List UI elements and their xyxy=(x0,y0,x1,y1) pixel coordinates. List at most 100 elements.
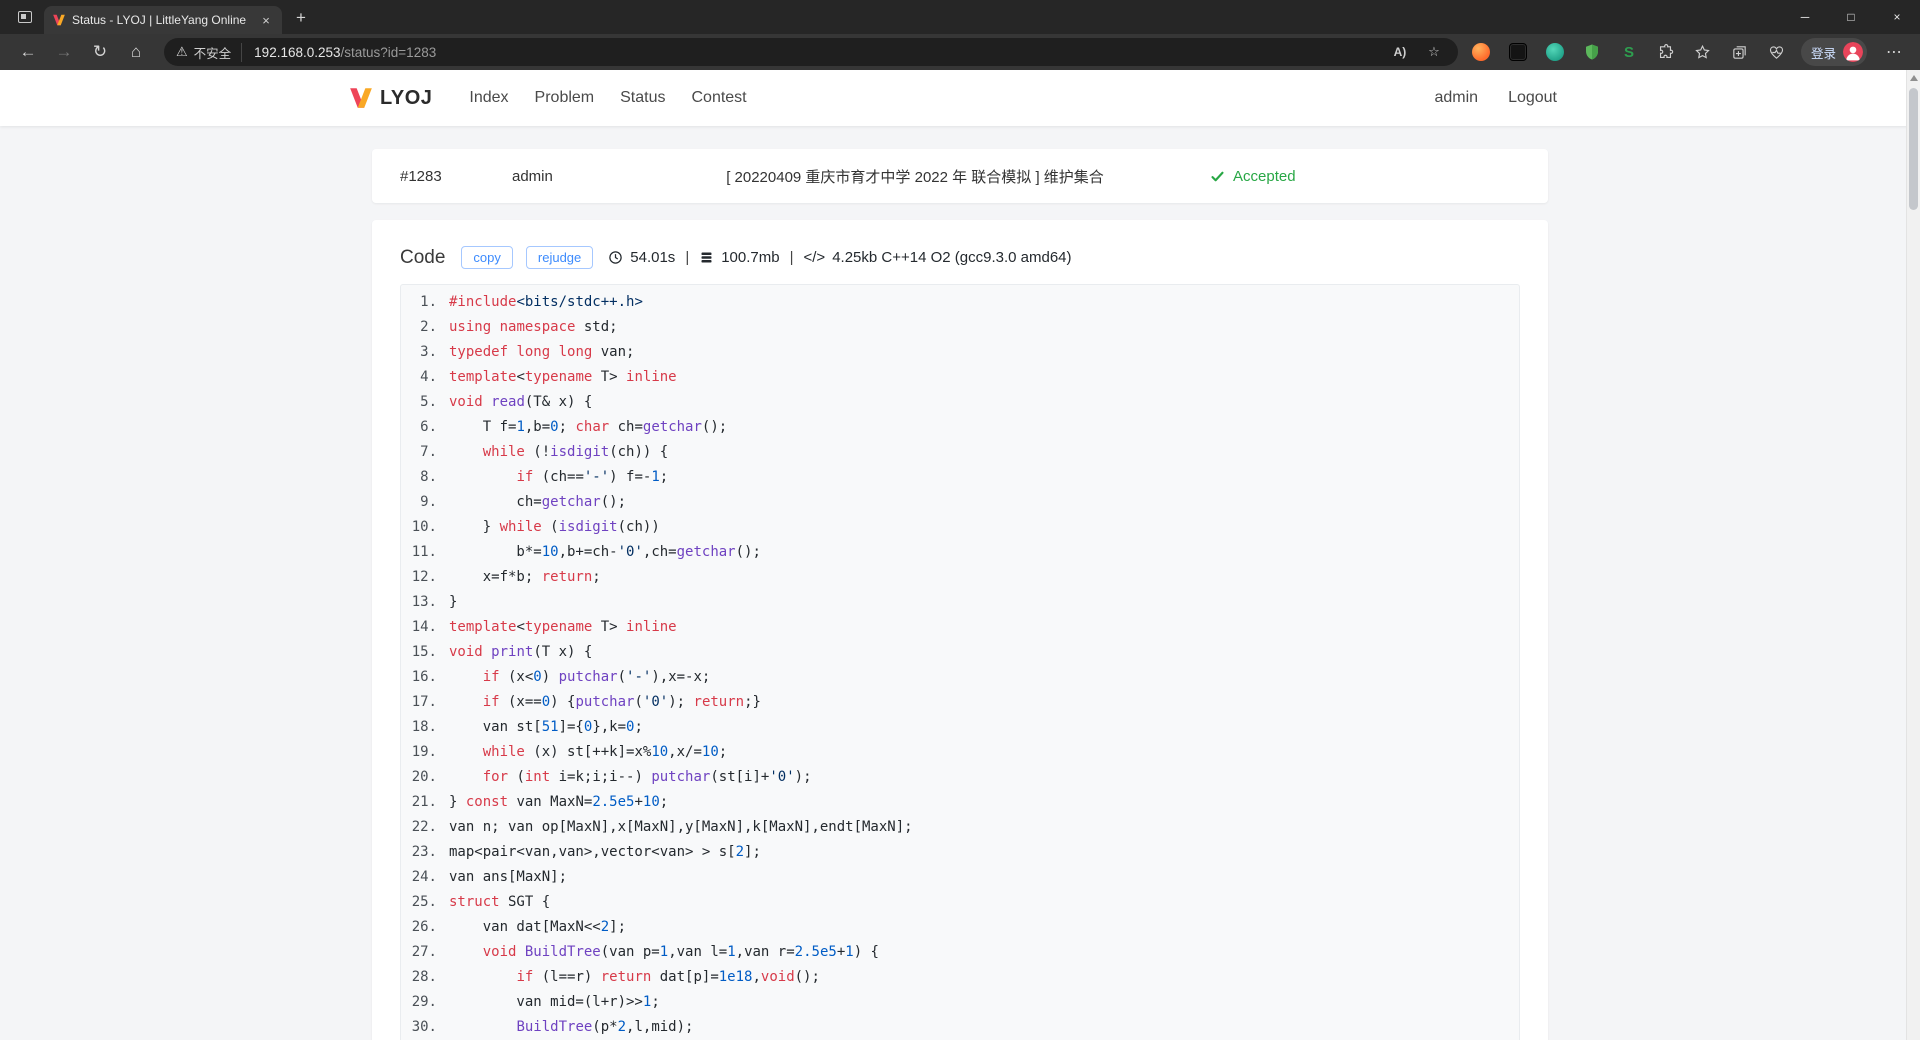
code-line: 2. using namespace std; xyxy=(405,315,1519,340)
code-text: while (x) st[++k]=x%10,x/=10; xyxy=(482,744,728,760)
code-block: 1. #include<bits/stdc++.h> 2. using namespa… xyxy=(400,284,1520,1040)
extension-orange-button[interactable] xyxy=(1468,39,1494,65)
line-number: 28. xyxy=(411,969,437,985)
code-lines: 1. #include<bits/stdc++.h> 2. using namespa… xyxy=(405,290,1519,1040)
code-line: 21. } const van MaxN=2.5e5+10; xyxy=(405,790,1519,815)
line-number: 29. xyxy=(411,994,437,1010)
main-content: #1283 admin [ 20220409 重庆市育才中学 2022 年 联合… xyxy=(372,149,1548,1040)
maximize-button[interactable]: □ xyxy=(1828,0,1874,34)
tab-actions-button[interactable] xyxy=(10,3,40,31)
line-number: 21. xyxy=(411,794,437,810)
code-line: 7. while (!isdigit(ch)) { xyxy=(405,440,1519,465)
tab-close-button[interactable]: × xyxy=(258,12,274,28)
favorites-bar-button[interactable] xyxy=(1690,39,1716,65)
url-path: /status?id=1283 xyxy=(340,44,437,60)
page-scrollbar[interactable] xyxy=(1906,70,1920,1040)
code-text: struct SGT { xyxy=(449,894,551,910)
tab-actions-icon xyxy=(18,11,32,23)
code-text: b*=10,b+=ch-'0',ch=getchar(); xyxy=(449,544,761,560)
toolbar-right: S 登录 ⋯ xyxy=(1468,37,1910,67)
code-text: van ans[MaxN]; xyxy=(449,869,568,885)
code-line: 29. van mid=(l+r)>>1; xyxy=(405,990,1519,1015)
memory-icon xyxy=(699,250,714,265)
address-bar[interactable]: ⚠ 不安全 192.168.0.253/status?id=1283 A) ☆ xyxy=(164,38,1458,66)
line-number: 17. xyxy=(411,694,437,710)
line-number: 23. xyxy=(411,844,437,860)
code-text: template<typename T> inline xyxy=(449,619,677,635)
back-button[interactable]: ← xyxy=(10,37,46,67)
browser-chrome: Status - LYOJ | LittleYang Online × + ─ … xyxy=(0,0,1920,70)
code-line: 28. if (l==r) return dat[p]=1e18,void(); xyxy=(405,965,1519,990)
code-text: } const van MaxN=2.5e5+10; xyxy=(449,794,669,810)
extension-teal-button[interactable] xyxy=(1542,39,1568,65)
logo-text: LYOJ xyxy=(380,86,433,109)
address-bar-actions: A) ☆ xyxy=(1388,40,1446,64)
extension-shield-button[interactable] xyxy=(1579,39,1605,65)
code-line: 3. typedef long long van; xyxy=(405,340,1519,365)
browser-essentials-button[interactable] xyxy=(1764,39,1790,65)
collections-button[interactable] xyxy=(1727,39,1753,65)
rejudge-button[interactable]: rejudge xyxy=(525,246,594,269)
refresh-button[interactable]: ↻ xyxy=(82,37,118,67)
nav-item-admin[interactable]: admin xyxy=(1419,83,1493,113)
extension-dark-button[interactable] xyxy=(1505,39,1531,65)
read-aloud-button[interactable]: A) xyxy=(1388,40,1412,64)
code-tag-icon: </> xyxy=(803,249,826,266)
minimize-button[interactable]: ─ xyxy=(1782,0,1828,34)
site-logo[interactable]: LYOJ xyxy=(348,85,432,111)
shield-icon xyxy=(1583,43,1601,61)
scrollbar-up-arrow[interactable] xyxy=(1909,75,1918,81)
nav-item-contest[interactable]: Contest xyxy=(678,83,759,113)
settings-more-button[interactable]: ⋯ xyxy=(1878,37,1910,67)
nav-item-index[interactable]: Index xyxy=(456,83,521,113)
code-text: void read(T& x) { xyxy=(449,394,593,410)
code-line: 5. void read(T& x) { xyxy=(405,390,1519,415)
signin-label: 登录 xyxy=(1810,46,1836,61)
profile-signin-button[interactable]: 登录 xyxy=(1800,38,1867,66)
time-value: 54.01s xyxy=(630,249,676,266)
line-number: 8. xyxy=(420,469,437,485)
copy-button[interactable]: copy xyxy=(461,246,513,269)
extension-s-button[interactable]: S xyxy=(1616,39,1642,65)
new-tab-button[interactable]: + xyxy=(288,5,314,31)
submission-row[interactable]: #1283 admin [ 20220409 重庆市育才中学 2022 年 联合… xyxy=(372,149,1548,203)
code-text: ch=getchar(); xyxy=(449,494,627,510)
browser-tab[interactable]: Status - LYOJ | LittleYang Online × xyxy=(44,6,282,34)
code-text: template<typename T> inline xyxy=(449,369,677,385)
code-line: 11. b*=10,b+=ch-'0',ch=getchar(); xyxy=(405,540,1519,565)
logo-icon xyxy=(348,85,374,111)
close-button[interactable]: × xyxy=(1874,0,1920,34)
submission-user: admin xyxy=(512,167,553,185)
line-number: 4. xyxy=(420,369,437,385)
code-text: } while (isdigit(ch)) xyxy=(449,519,660,535)
code-line: 30. BuildTree(p*2,l,mid); xyxy=(405,1015,1519,1040)
code-line: 4. template<typename T> inline xyxy=(405,365,1519,390)
code-header: Code copy rejudge 54.01s | 100.7mb | </>… xyxy=(400,246,1520,269)
site-security-chip[interactable]: ⚠ 不安全 xyxy=(176,42,243,62)
check-icon xyxy=(1210,169,1225,184)
submission-meta: 54.01s | 100.7mb | </> 4.25kb C++14 O2 (… xyxy=(608,249,1072,266)
line-number: 7. xyxy=(420,444,437,460)
header-inner: LYOJ Index Problem Status Contest admin … xyxy=(348,70,1572,126)
home-button[interactable]: ⌂ xyxy=(118,37,154,67)
forward-button[interactable]: → xyxy=(46,37,82,67)
code-text: T f=1,b=0; char ch=getchar(); xyxy=(449,419,728,435)
line-number: 15. xyxy=(411,644,437,660)
verdict-label: Accepted xyxy=(1233,167,1296,185)
extensions-menu-button[interactable] xyxy=(1653,39,1679,65)
nav-item-problem[interactable]: Problem xyxy=(522,83,608,113)
favorite-button[interactable]: ☆ xyxy=(1422,40,1446,64)
avatar xyxy=(1843,42,1863,62)
line-number: 22. xyxy=(411,819,437,835)
line-number: 16. xyxy=(411,669,437,685)
line-number: 1. xyxy=(420,294,437,310)
nav-item-status[interactable]: Status xyxy=(607,83,678,113)
code-text: van st[51]={0},k=0; xyxy=(449,719,643,735)
scrollbar-thumb[interactable] xyxy=(1909,88,1918,210)
not-secure-label: 不安全 xyxy=(193,46,232,61)
clock-icon xyxy=(608,250,623,265)
line-number: 25. xyxy=(411,894,437,910)
code-line: 12. x=f*b; return; xyxy=(405,565,1519,590)
nav-item-logout[interactable]: Logout xyxy=(1493,83,1572,113)
extension-orange-icon xyxy=(1471,43,1490,61)
